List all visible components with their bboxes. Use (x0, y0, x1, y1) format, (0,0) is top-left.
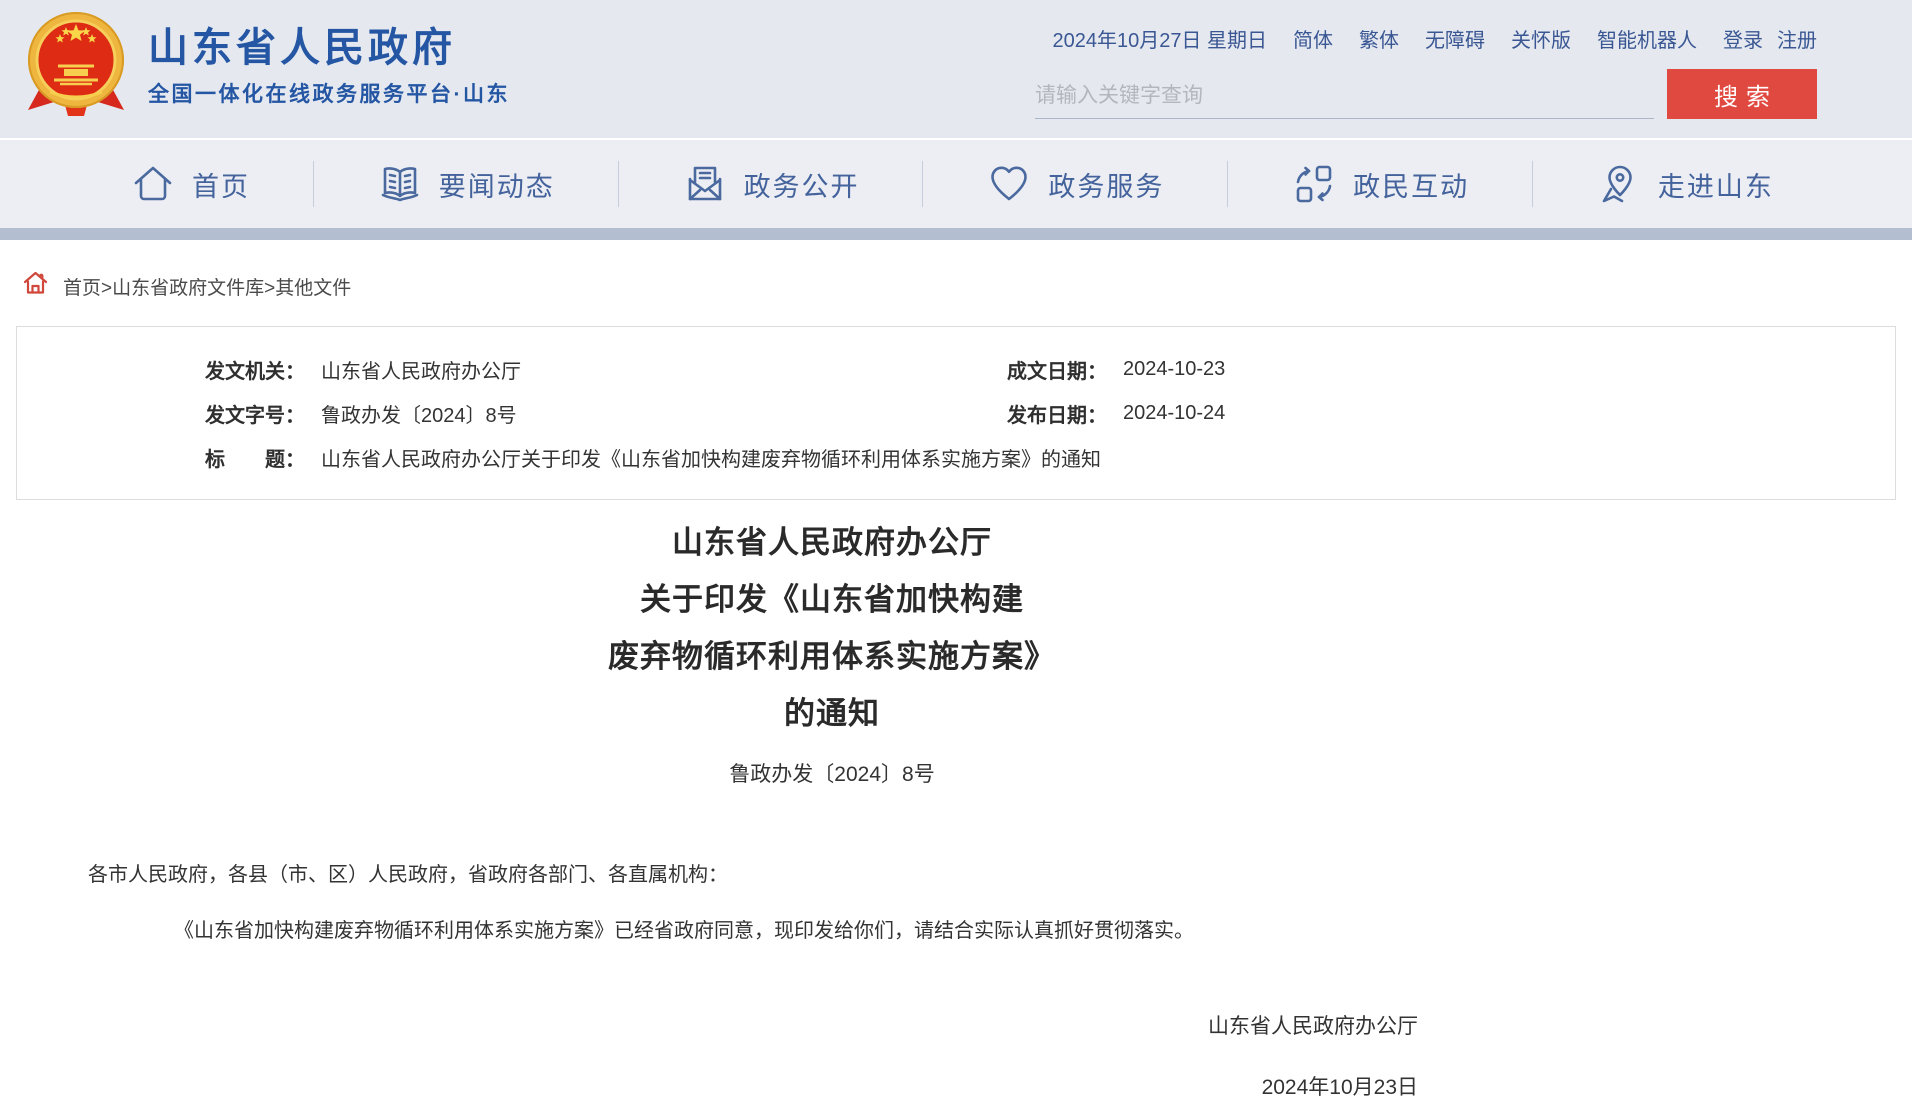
document-body: 山东省人民政府办公厅 关于印发《山东省加快构建 废弃物循环利用体系实施方案》 的… (0, 514, 1664, 1101)
link-simplified[interactable]: 简体 (1293, 24, 1333, 53)
main-nav: 首页 要闻动态 (0, 138, 1912, 228)
link-traditional[interactable]: 繁体 (1359, 24, 1399, 53)
national-emblem-icon (24, 8, 128, 125)
signature-date: 2024年10月23日 (0, 1071, 1418, 1101)
search-input[interactable] (1035, 73, 1654, 119)
meta-label-publish-date: 发布日期： (1007, 399, 1107, 428)
meta-label-issuing-agency: 发文机关： (205, 355, 305, 384)
nav-divider (1227, 161, 1228, 207)
meta-value-issuing-agency: 山东省人民政府办公厅 (321, 355, 521, 384)
nav-item-home[interactable]: 首页 (130, 162, 250, 206)
paragraph-body: 《山东省加快构建废弃物循环利用体系实施方案》已经省政府同意，现印发给你们，请结合… (88, 916, 1664, 946)
auth-links: 登录 注册 (1723, 24, 1817, 53)
nav-divider (618, 161, 619, 207)
nav-label: 首页 (192, 165, 250, 204)
link-smart-robot[interactable]: 智能机器人 (1597, 24, 1697, 53)
meta-value-doc-number: 鲁政办发〔2024〕8号 (321, 399, 517, 428)
nav-item-disclosure[interactable]: 政务公开 (682, 162, 860, 206)
paragraph-salutation: 各市人民政府，各县（市、区）人民政府，省政府各部门、各直属机构： (88, 860, 1664, 890)
top-utility-bar: 2024年10月27日 星期日 简体 繁体 无障碍 关怀版 智能机器人 登录 注… (1035, 24, 1817, 53)
meta-label-doc-number: 发文字号： (205, 399, 305, 428)
nav-label: 要闻动态 (439, 165, 555, 204)
link-care-version[interactable]: 关怀版 (1511, 24, 1571, 53)
document-meta-box: 发文机关： 山东省人民政府办公厅 成文日期： 2024-10-23 发文字号： … (16, 326, 1896, 500)
login-link[interactable]: 登录 (1723, 24, 1763, 53)
meta-row-1: 发文机关： 山东省人民政府办公厅 成文日期： 2024-10-23 (17, 347, 1895, 391)
meta-label-title: 标 题： (205, 443, 305, 472)
nav-item-services[interactable]: 政务服务 (986, 162, 1164, 206)
nav-divider (313, 161, 314, 207)
link-accessibility[interactable]: 无障碍 (1425, 24, 1485, 53)
current-date: 2024年10月27日 星期日 (1052, 24, 1267, 53)
document-title-line: 关于印发《山东省加快构建 (0, 571, 1664, 628)
meta-value-title: 山东省人民政府办公厅关于印发《山东省加快构建废弃物循环利用体系实施方案》的通知 (321, 443, 1101, 472)
nav-label: 政务服务 (1048, 165, 1164, 204)
header-bottom-band (0, 228, 1912, 240)
nav-item-interaction[interactable]: 政民互动 (1291, 162, 1469, 206)
nav-item-news[interactable]: 要闻动态 (377, 162, 555, 206)
document-title-line: 的通知 (0, 685, 1664, 742)
book-icon (377, 162, 423, 206)
document-title-line: 山东省人民政府办公厅 (0, 514, 1664, 571)
nav-label: 走进山东 (1658, 165, 1774, 204)
site-logo[interactable]: 山东省人民政府 全国一体化在线政务服务平台·山东 (24, 8, 510, 125)
meta-row-3: 标 题： 山东省人民政府办公厅关于印发《山东省加快构建废弃物循环利用体系实施方案… (17, 435, 1895, 479)
document-title: 山东省人民政府办公厅 关于印发《山东省加快构建 废弃物循环利用体系实施方案》 的… (0, 514, 1664, 742)
main-content: 首页>山东省政府文件库>其他文件 发文机关： 山东省人民政府办公厅 成文日期： … (0, 240, 1912, 1101)
search-button[interactable]: 搜索 (1667, 69, 1817, 119)
site-title: 山东省人民政府 (148, 26, 510, 70)
signature-block: 山东省人民政府办公厅 2024年10月23日 (0, 1010, 1664, 1101)
page: 山东省人民政府 全国一体化在线政务服务平台·山东 2024年10月27日 星期日… (0, 0, 1912, 1102)
breadcrumb: 首页>山东省政府文件库>其他文件 (22, 270, 1912, 302)
breadcrumb-home-icon[interactable] (22, 270, 49, 302)
home-icon (130, 162, 176, 206)
breadcrumb-path[interactable]: 首页>山东省政府文件库>其他文件 (63, 273, 351, 300)
map-pin-icon (1596, 162, 1642, 206)
mail-icon (682, 162, 728, 206)
nav-divider (922, 161, 923, 207)
nav-label: 政民互动 (1353, 165, 1469, 204)
meta-value-written-date: 2024-10-23 (1123, 358, 1225, 381)
nav-divider (1532, 161, 1533, 207)
document-number: 鲁政办发〔2024〕8号 (0, 758, 1664, 788)
heart-icon (986, 162, 1032, 206)
register-link[interactable]: 注册 (1777, 24, 1817, 53)
document-title-line: 废弃物循环利用体系实施方案》 (0, 628, 1664, 685)
header-right: 2024年10月27日 星期日 简体 繁体 无障碍 关怀版 智能机器人 登录 注… (1035, 24, 1817, 119)
nav-label: 政务公开 (744, 165, 860, 204)
meta-row-2: 发文字号： 鲁政办发〔2024〕8号 发布日期： 2024-10-24 (17, 391, 1895, 435)
meta-value-publish-date: 2024-10-24 (1123, 402, 1225, 425)
exchange-icon (1291, 162, 1337, 206)
document-paragraphs: 各市人民政府，各县（市、区）人民政府，省政府各部门、各直属机构： 《山东省加快构… (0, 860, 1664, 946)
search-bar: 搜索 (1035, 69, 1817, 119)
meta-label-written-date: 成文日期： (1007, 355, 1107, 384)
site-title-block: 山东省人民政府 全国一体化在线政务服务平台·山东 (148, 26, 510, 108)
nav-item-about[interactable]: 走进山东 (1596, 162, 1774, 206)
site-subtitle: 全国一体化在线政务服务平台·山东 (148, 78, 510, 108)
site-header: 山东省人民政府 全国一体化在线政务服务平台·山东 2024年10月27日 星期日… (0, 0, 1912, 138)
signature-agency: 山东省人民政府办公厅 (0, 1010, 1418, 1040)
